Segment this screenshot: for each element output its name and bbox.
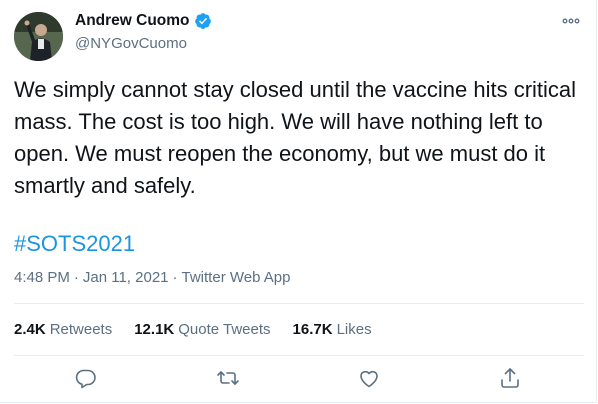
hashtag-link[interactable]: #SOTS2021 bbox=[14, 229, 135, 259]
tweet-date[interactable]: Jan 11, 2021 bbox=[83, 269, 169, 286]
quote-tweets-label: Quote Tweets bbox=[178, 321, 271, 338]
tweet-metadata: 4:48 PM · Jan 11, 2021 · Twitter Web App bbox=[14, 269, 290, 286]
quote-tweets-count: 12.1K bbox=[134, 321, 175, 338]
likes-label: Likes bbox=[336, 321, 372, 338]
more-options-icon[interactable] bbox=[560, 12, 582, 30]
meta-separator: · bbox=[172, 269, 178, 286]
author-name[interactable]: Andrew Cuomo bbox=[75, 12, 190, 30]
tweet-card: Andrew Cuomo @NYGovCuomo We simply canno… bbox=[0, 0, 597, 403]
tweet-time[interactable]: 4:48 PM bbox=[14, 269, 70, 286]
divider bbox=[14, 355, 584, 356]
share-icon[interactable] bbox=[498, 366, 522, 390]
meta-separator: · bbox=[73, 269, 79, 286]
retweets-label: Retweets bbox=[49, 321, 113, 338]
retweets-count: 2.4K bbox=[14, 321, 46, 338]
retweet-icon[interactable] bbox=[216, 366, 240, 390]
likes-count: 16.7K bbox=[292, 321, 333, 338]
engagement-stats: 2.4K Retweets 12.1K Quote Tweets 16.7K Like… bbox=[14, 321, 394, 338]
action-bar bbox=[0, 366, 596, 390]
author-handle[interactable]: @NYGovCuomo bbox=[75, 35, 187, 52]
quote-tweets-stat[interactable]: 12.1K Quote Tweets bbox=[134, 321, 270, 338]
avatar[interactable] bbox=[14, 12, 63, 61]
tweet-source-app[interactable]: Twitter Web App bbox=[182, 269, 291, 286]
like-icon[interactable] bbox=[357, 366, 381, 390]
likes-stat[interactable]: 16.7K Likes bbox=[293, 321, 372, 338]
reply-icon[interactable] bbox=[74, 366, 98, 390]
retweets-stat[interactable]: 2.4K Retweets bbox=[14, 321, 112, 338]
author-name-row: Andrew Cuomo bbox=[75, 12, 212, 30]
verified-badge-icon bbox=[194, 13, 211, 29]
tweet-text: We simply cannot stay closed until the v… bbox=[14, 77, 577, 198]
divider bbox=[14, 303, 584, 304]
avatar-image bbox=[14, 12, 63, 61]
